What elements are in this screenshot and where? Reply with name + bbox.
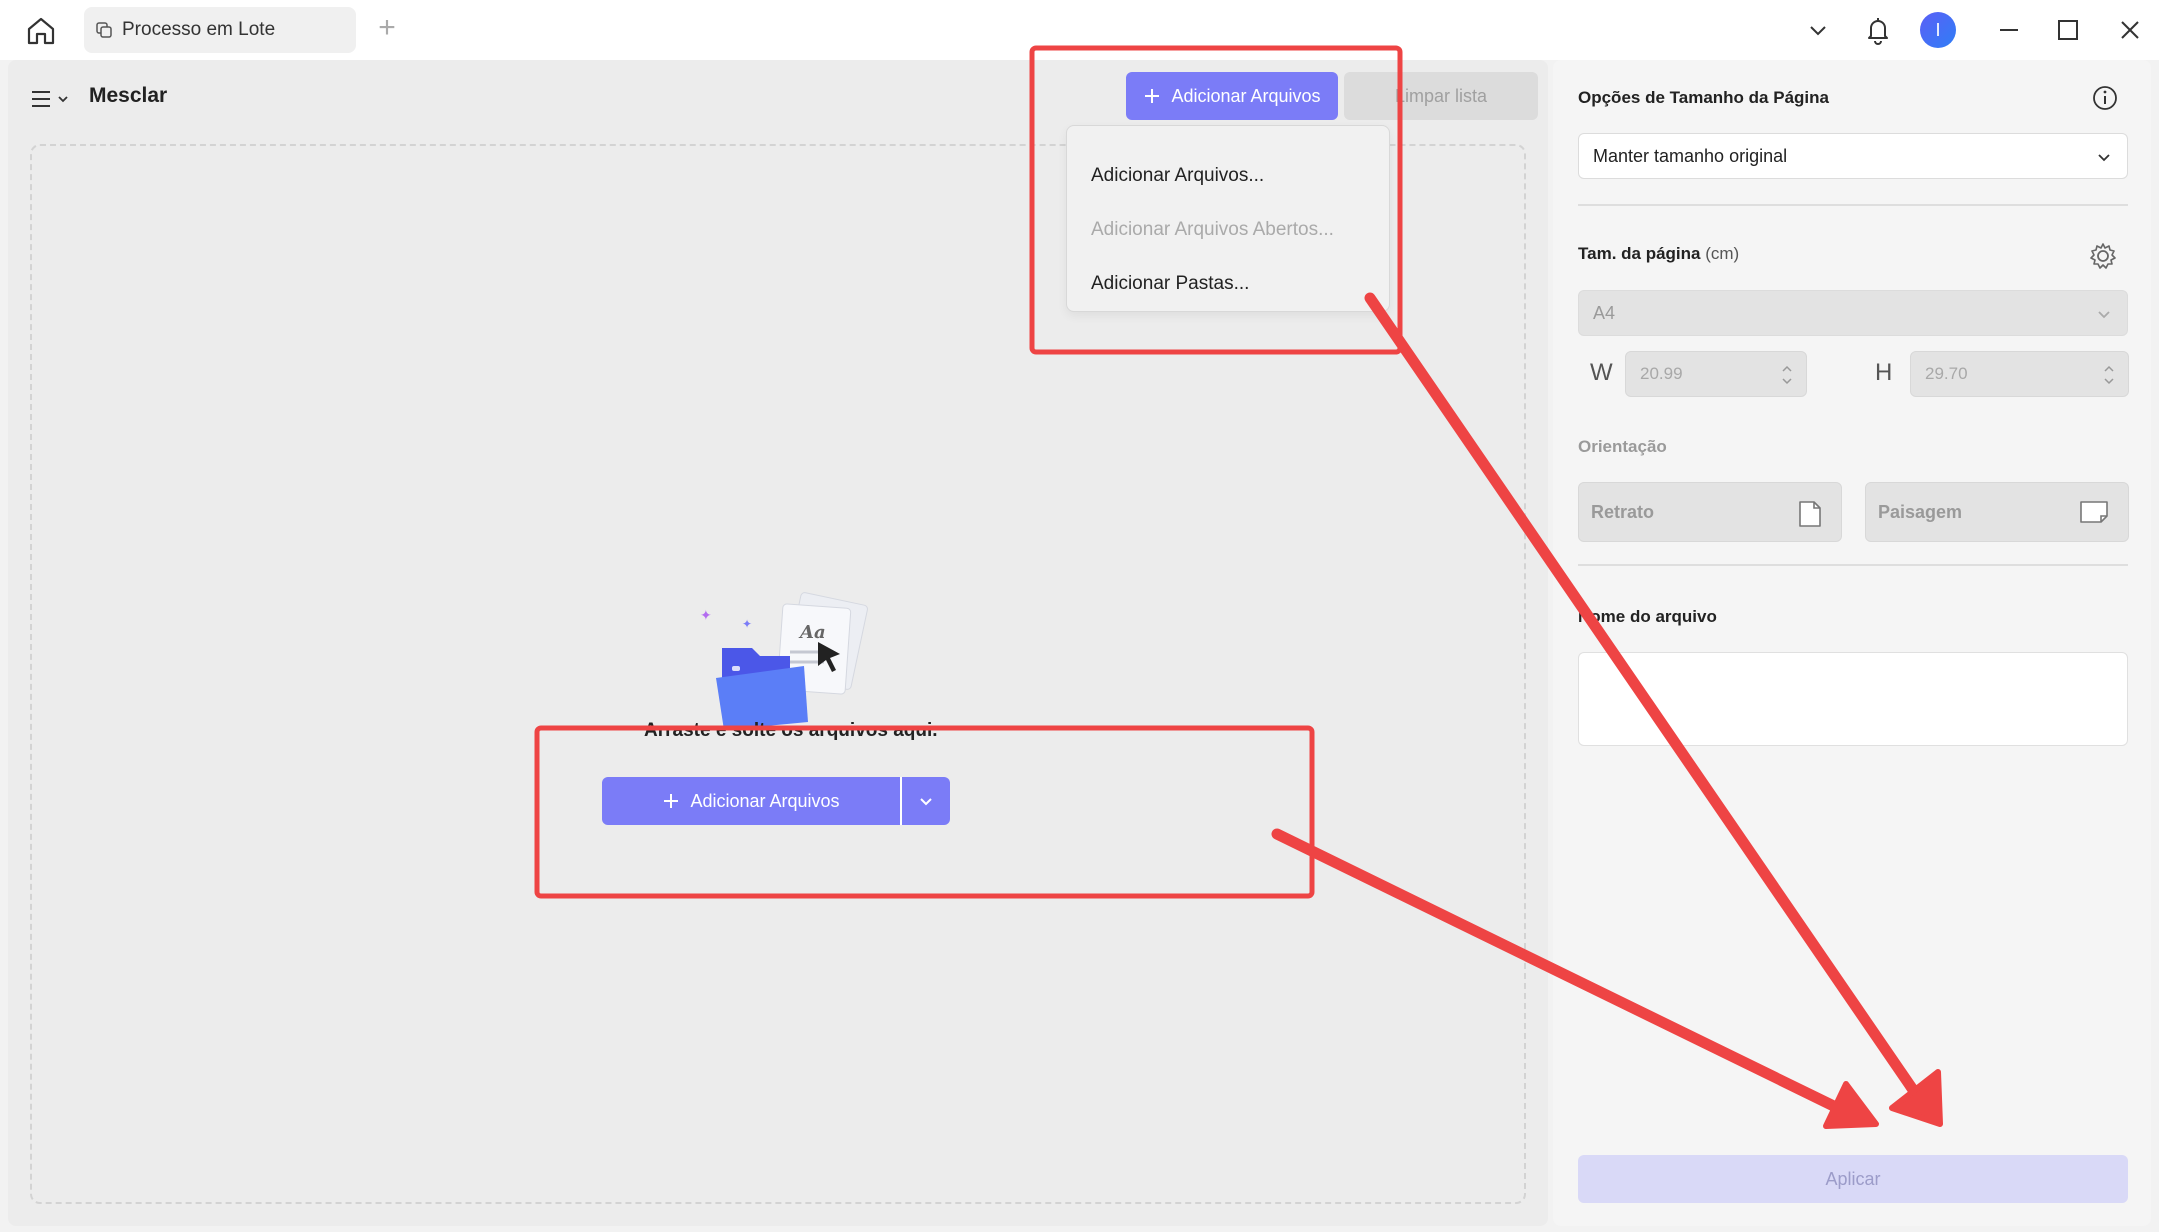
add-files-dropdown-menu: Adicionar Arquivos... Adicionar Arquivos…: [1066, 125, 1390, 312]
width-letter: W: [1590, 359, 1613, 386]
plus-icon: [664, 794, 679, 808]
add-files-main-label: Adicionar Arquivos: [690, 790, 840, 811]
portrait-page-icon: [1799, 501, 1821, 527]
chevron-down-icon: [58, 96, 68, 103]
page-size-select[interactable]: A4: [1578, 290, 2128, 336]
filename-label: Nome do arquivo: [1578, 607, 1717, 626]
new-tab-button[interactable]: +: [372, 13, 402, 44]
svg-text:Aa: Aa: [798, 622, 826, 643]
svg-text:✦: ✦: [700, 608, 712, 624]
chevron-down-icon: [2098, 311, 2110, 319]
merge-panel: Mesclar Adicionar Arquivos Limpar lista …: [8, 60, 1548, 1226]
chevron-down-icon: [2098, 154, 2110, 162]
info-icon[interactable]: [2091, 84, 2119, 112]
drop-instructions: Arraste e solte os arquivos aqui.: [644, 720, 938, 741]
menu-item-add-files[interactable]: Adicionar Arquivos...: [1091, 165, 1264, 187]
add-files-main-button[interactable]: Adicionar Arquivos: [602, 777, 900, 825]
portrait-button[interactable]: Retrato: [1578, 482, 1842, 542]
home-button[interactable]: [24, 14, 58, 48]
chevron-down-icon: [920, 798, 932, 806]
title-bar: Processo em Lote + I: [0, 0, 2159, 60]
menu-item-add-folders[interactable]: Adicionar Pastas...: [1091, 273, 1249, 295]
panel-title: Opções de Tamanho da Página: [1578, 88, 1829, 107]
tab-batch-process[interactable]: Processo em Lote: [84, 7, 356, 53]
height-input[interactable]: 29.70: [1910, 351, 2129, 397]
page-size-value: A4: [1593, 302, 1616, 323]
orientation-label: Orientação: [1578, 437, 1667, 456]
height-value: 29.70: [1925, 364, 1968, 383]
tab-label: Processo em Lote: [122, 19, 276, 40]
bell-icon: [1868, 18, 1888, 45]
page-size-label-text: Tam. da página: [1578, 244, 1701, 263]
landscape-button[interactable]: Paisagem: [1865, 482, 2129, 542]
maximize-button[interactable]: [2052, 14, 2084, 46]
gear-icon[interactable]: [2087, 240, 2119, 272]
landscape-page-icon: [2080, 501, 2108, 523]
minimize-button[interactable]: [1993, 14, 2025, 46]
stepper-icon: [2104, 365, 2114, 385]
width-input[interactable]: 20.99: [1625, 351, 1807, 397]
divider: [1578, 564, 2128, 566]
home-icon: [27, 17, 55, 45]
menu-item-add-open-files[interactable]: Adicionar Arquivos Abertos...: [1091, 219, 1334, 241]
landscape-label: Paisagem: [1878, 501, 1963, 522]
minimize-icon: [2000, 29, 2018, 31]
clear-list-button[interactable]: Limpar lista: [1344, 72, 1538, 120]
copy-icon: [96, 22, 112, 38]
add-files-dropdown-toggle[interactable]: [902, 777, 950, 825]
user-avatar[interactable]: I: [1920, 12, 1956, 48]
page-size-label: Tam. da página (cm): [1578, 244, 1739, 264]
close-button[interactable]: [2114, 14, 2146, 46]
folder-documents-icon: ✦ ✦ Aa: [700, 592, 868, 730]
add-files-split-button: Adicionar Arquivos: [602, 777, 950, 825]
menu-button[interactable]: [30, 84, 76, 114]
chevron-down-icon: [1810, 26, 1826, 36]
page-title: Mesclar: [89, 84, 168, 107]
page-size-unit: (cm): [1705, 244, 1740, 263]
height-letter: H: [1875, 359, 1893, 386]
maximize-icon: [2058, 20, 2078, 40]
portrait-label: Retrato: [1591, 501, 1655, 522]
size-option-select[interactable]: Manter tamanho original: [1578, 133, 2128, 179]
close-icon: [2121, 21, 2139, 39]
notification-button[interactable]: [1862, 14, 1894, 46]
add-files-button[interactable]: Adicionar Arquivos: [1126, 72, 1338, 120]
stepper-icon: [1782, 365, 1792, 385]
hamburger-icon: [32, 91, 50, 107]
apply-button[interactable]: Aplicar: [1578, 1155, 2128, 1203]
add-files-label: Adicionar Arquivos: [1171, 85, 1321, 106]
page-size-options-panel: Opções de Tamanho da Página Manter taman…: [1553, 60, 2151, 1226]
width-value: 20.99: [1640, 364, 1683, 383]
divider: [1578, 204, 2128, 206]
size-option-value: Manter tamanho original: [1593, 145, 1788, 166]
svg-text:✦: ✦: [742, 617, 752, 631]
filename-input[interactable]: [1578, 652, 2128, 746]
window-menu-button[interactable]: [1802, 14, 1834, 46]
plus-icon: [1145, 89, 1160, 103]
